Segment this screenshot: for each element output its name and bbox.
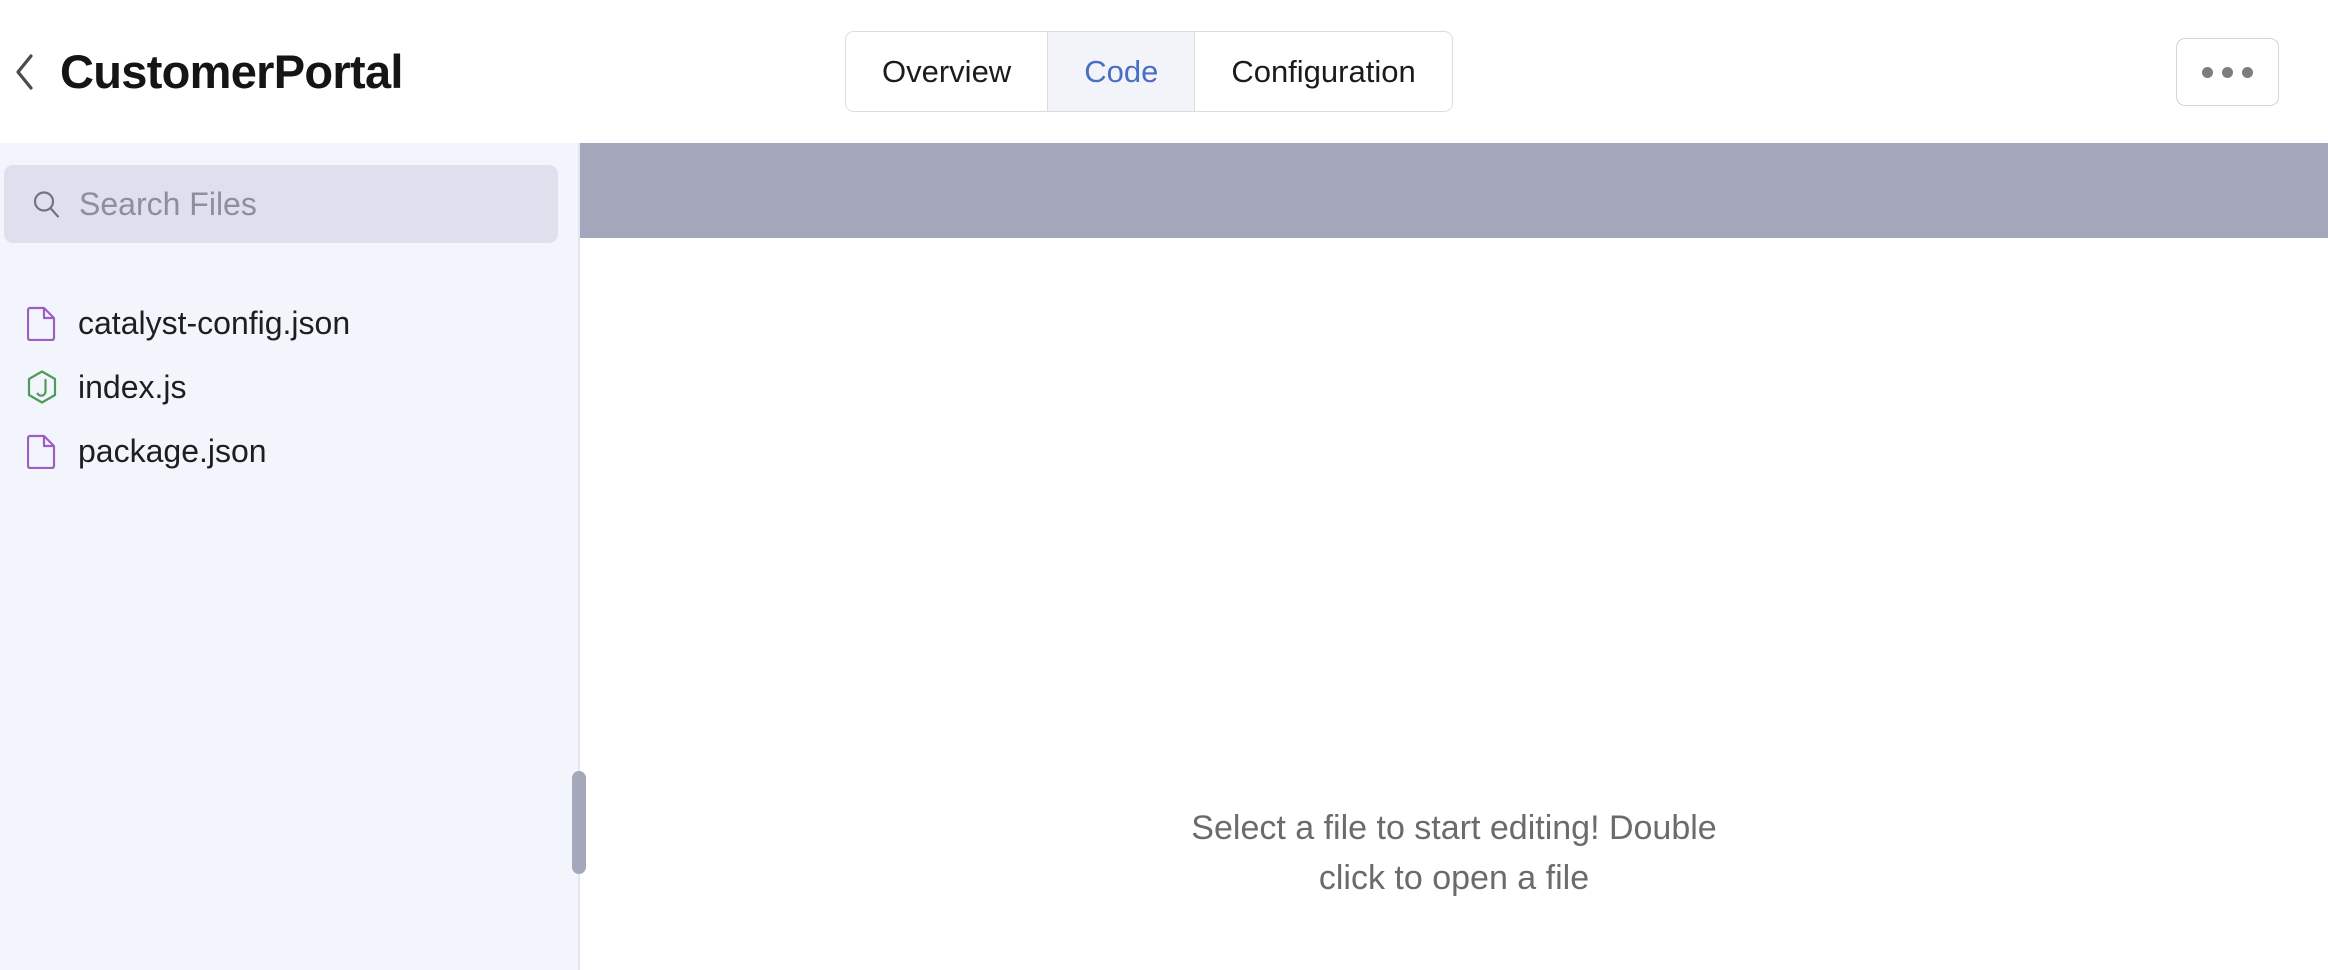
app-body: Search Files catalyst-config.json	[0, 143, 2328, 970]
sidebar-scrollbar-thumb[interactable]	[572, 771, 586, 874]
search-icon	[30, 188, 62, 220]
editor-tab-strip[interactable]	[580, 143, 2328, 238]
page-title: CustomerPortal	[60, 48, 403, 95]
file-list: catalyst-config.json index.js	[0, 291, 580, 483]
ellipsis-icon	[2202, 67, 2253, 78]
list-item[interactable]: package.json	[0, 419, 580, 483]
search-input[interactable]: Search Files	[4, 165, 558, 243]
editor-panel: Select a file to start editing! Double c…	[580, 143, 2328, 970]
file-name-label: index.js	[78, 371, 187, 403]
file-name-label: catalyst-config.json	[78, 307, 350, 339]
json-file-icon	[24, 303, 60, 343]
js-node-icon	[24, 367, 60, 407]
json-file-icon	[24, 431, 60, 471]
list-item[interactable]: index.js	[0, 355, 580, 419]
file-explorer-sidebar: Search Files catalyst-config.json	[0, 143, 580, 970]
tab-code[interactable]: Code	[1048, 32, 1195, 111]
header-left-group: CustomerPortal	[0, 48, 403, 95]
view-tabs: Overview Code Configuration	[845, 31, 1453, 112]
editor-placeholder-text: Select a file to start editing! Double c…	[1154, 803, 1754, 904]
search-placeholder-label: Search Files	[79, 188, 257, 220]
chevron-left-icon	[13, 52, 37, 92]
back-button[interactable]	[8, 50, 42, 94]
tab-overview[interactable]: Overview	[846, 32, 1048, 111]
editor-empty-state: Select a file to start editing! Double c…	[580, 238, 2328, 970]
more-options-button[interactable]	[2176, 38, 2279, 106]
tab-configuration[interactable]: Configuration	[1195, 32, 1451, 111]
file-name-label: package.json	[78, 435, 267, 467]
list-item[interactable]: catalyst-config.json	[0, 291, 580, 355]
app-header: CustomerPortal Overview Code Configurati…	[0, 0, 2328, 143]
search-container: Search Files	[0, 143, 580, 243]
app-window: CustomerPortal Overview Code Configurati…	[0, 0, 2328, 970]
